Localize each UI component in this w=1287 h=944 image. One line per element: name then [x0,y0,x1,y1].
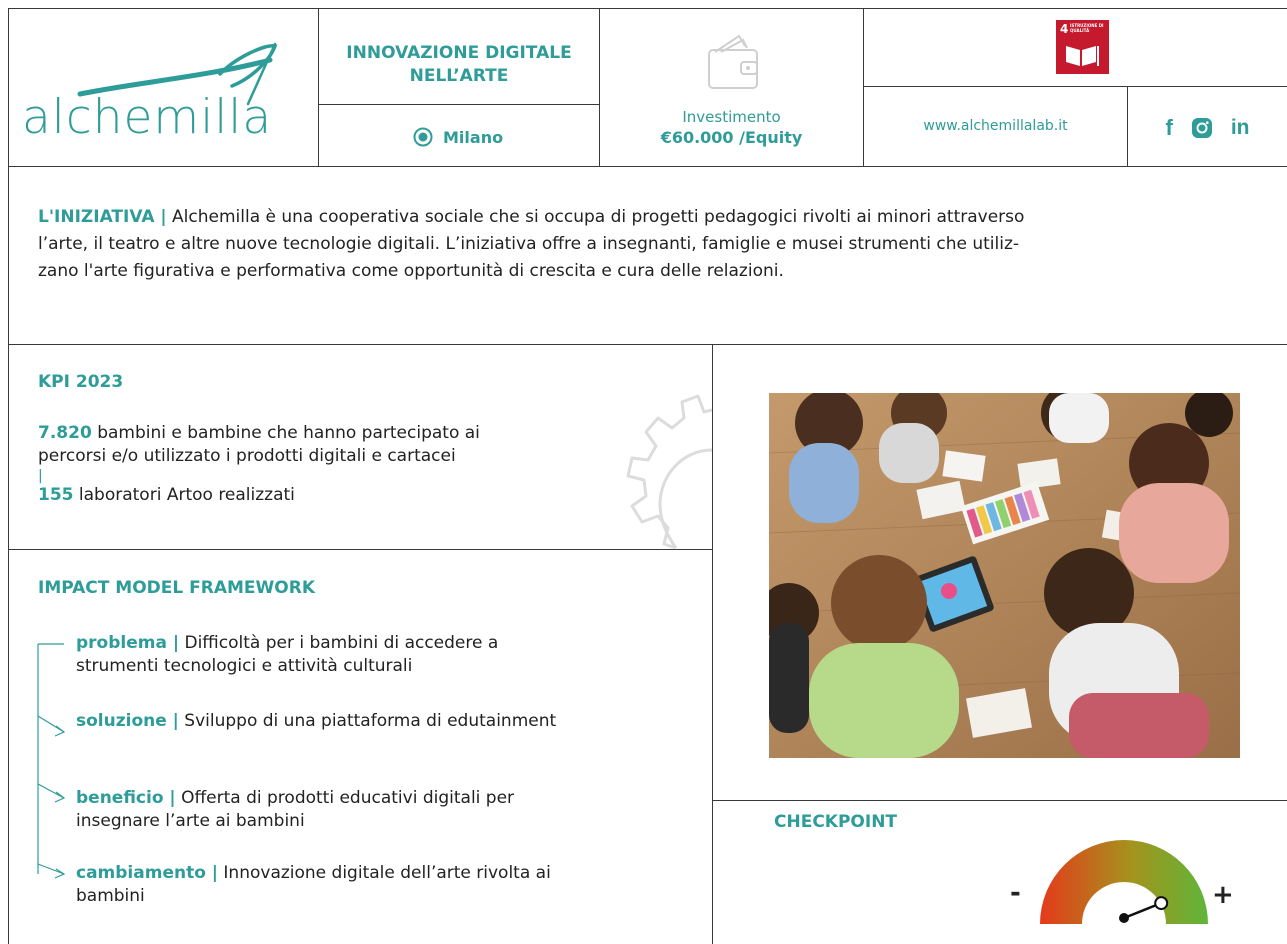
city-location: Milano [413,126,503,148]
kpi-item-2-text: laboratori Artoo realizzati [78,485,295,505]
city-label: Milano [443,127,504,147]
impact-title: IMPACT MODEL FRAMEWORK [38,578,315,598]
wallet-icon [708,34,758,89]
impact-text-beneficio-2: insegnare l’arte ai bambini [76,811,305,831]
initiative-line-3: zano l'arte figurativa e performativa co… [38,261,784,281]
title-city-divider [318,104,599,105]
checkpoint-title: CHECKPOINT [774,812,898,832]
project-photo [769,393,1240,758]
impact-text-soluzione: Sviluppo di una piattaforma di edutainme… [184,711,557,731]
impact-text-problema-2: strumenti tecnologici e attività cultura… [76,656,413,676]
sdg-number: 4 [1060,22,1069,36]
photo-bottom-line [712,800,1287,801]
page-title-text: INNOVAZIONE DIGITALE NELL’ARTE [346,43,572,86]
sdg-web-divider [863,86,1287,87]
kpi-list: 7.820 bambini e bambine che hanno partec… [38,422,678,507]
kpi-item-1-line-2: percorsi e/o utilizzato i prodotti digit… [38,446,456,466]
impact-text-problema: Difficoltà per i bambini di accedere a [184,633,499,653]
header-divider-3 [863,8,864,166]
sdg-label: ISTRUZIONE DI QUALITÀ [1070,23,1104,33]
linkedin-icon[interactable]: in [1231,116,1250,140]
impact-item-problema: problema | Difficoltà per i bambini di a… [76,632,696,678]
gauge-arc [1040,840,1208,924]
impact-item-cambiamento: cambiamento | Innovazione digitale dell’… [76,862,696,908]
initiative-label: L'INIZIATIVA | [38,207,167,227]
kpi-item-1-text: bambini e bambine che hanno partecipato … [97,423,480,443]
location-radio-icon [413,127,433,147]
kpi-item-1: 7.820 bambini e bambine che hanno partec… [38,422,678,445]
instagram-icon[interactable] [1191,117,1213,139]
initiative-line-2: l’arte, il teatro e altre nuove tecnolog… [38,234,1020,254]
kpi-item-1-value: 7.820 [38,423,92,443]
impact-text-cambiamento-2: bambini [76,886,145,906]
investment-value: €60.000 /Equity [660,128,803,147]
column-divider [712,344,713,944]
impact-label-beneficio: beneficio | [76,788,176,808]
kpi-item-2-value: 155 [38,485,74,505]
gauge-minus-label: - [1010,878,1021,908]
border-left [8,8,9,944]
initiative-section: L'INIZIATIVA | Alchemilla è una cooperat… [38,204,1278,285]
gauge-pivot [1119,913,1129,923]
border-top [8,8,1287,9]
facebook-icon[interactable]: f [1166,115,1173,141]
kpi-bottom-line [8,549,712,550]
impact-item-soluzione: soluzione | Sviluppo di una piattaforma … [76,710,696,733]
gauge-needle-tip [1154,896,1169,911]
logo-text: alchemilla [22,90,273,145]
kpi-item-2: 155 laboratori Artoo realizzati [38,484,678,507]
kpi-separator: | [38,468,43,484]
impact-text-beneficio: Offerta di prodotti educativi digitali p… [181,788,515,808]
book-icon [1066,46,1099,66]
initiative-line-1: L'INIZIATIVA | Alchemilla è una cooperat… [38,204,1278,231]
page-title: INNOVAZIONE DIGITALE NELL’ARTE [319,42,599,88]
social-links: f in [1128,112,1287,144]
checkpoint-gauge: - + [1010,812,1240,944]
impact-flow-connector [37,643,66,879]
impact-label-cambiamento: cambiamento | [76,863,219,883]
impact-text-cambiamento: Innovazione digitale dell’arte rivolta a… [223,863,551,883]
kpi-title: KPI 2023 [38,372,124,392]
header-bottom-line [8,166,1287,167]
impact-label-problema: problema | [76,633,180,653]
impact-item-beneficio: beneficio | Offerta di prodotti educativ… [76,787,696,833]
children-drawing-photo [769,393,1240,758]
impact-label-soluzione: soluzione | [76,711,179,731]
website-link[interactable]: www.alchemillalab.it [864,118,1127,134]
initiative-text-1: Alchemilla è una cooperativa sociale che… [172,207,1025,227]
gauge-plus-label: + [1212,880,1234,910]
initiative-bottom-line [8,344,1287,345]
sdg-badge: 4 ISTRUZIONE DI QUALITÀ [1056,20,1109,74]
investment-label: Investimento [682,108,781,126]
logo: alchemilla [20,38,312,148]
